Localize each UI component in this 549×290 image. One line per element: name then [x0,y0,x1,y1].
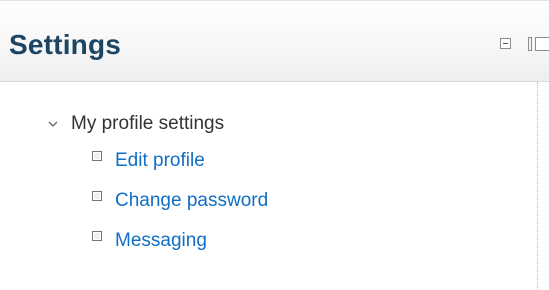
dock-icon-panel [535,37,549,51]
tree-item-change-password: Change password [92,189,268,213]
block-divider [537,82,538,290]
chevron-down-icon [47,118,59,130]
change-password-link[interactable]: Change password [115,189,268,213]
bullet-icon [92,151,102,161]
settings-tree: My profile settings Edit profile Change … [0,0,530,290]
bullet-icon [92,191,102,201]
dock-icon[interactable] [528,37,549,51]
tree-item-edit-profile: Edit profile [92,149,205,173]
messaging-link[interactable]: Messaging [115,229,207,253]
bullet-icon [92,231,102,241]
edit-profile-link[interactable]: Edit profile [115,149,205,173]
tree-branch-my-profile-settings[interactable]: My profile settings [47,112,224,136]
branch-label: My profile settings [71,113,225,134]
tree-item-messaging: Messaging [92,229,207,253]
settings-block: Settings My profile settings Edit profil… [0,0,549,290]
